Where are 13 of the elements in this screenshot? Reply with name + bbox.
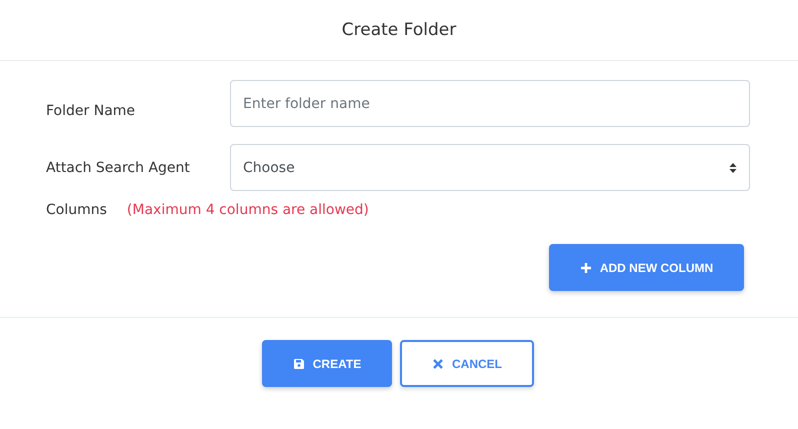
close-icon [432,358,444,370]
plus-icon [580,262,592,274]
limit-note: (Maximum 4 columns are allowed) [126,202,369,218]
create-button[interactable]: CREATE [262,340,392,387]
text-field[interactable]: Enter folder name [230,80,750,127]
field-label: Folder Name [46,102,136,118]
dialog-title: Create Folder [342,20,456,40]
cancel-button[interactable]: CANCEL [400,340,534,387]
sort-arrows-icon [729,162,737,174]
field-label: Attach Search Agent [46,160,191,176]
add-column-button[interactable]: ADD NEW COLUMN [549,244,744,291]
columns-label: Columns [46,202,107,218]
select-field[interactable]: Choose [230,144,750,191]
